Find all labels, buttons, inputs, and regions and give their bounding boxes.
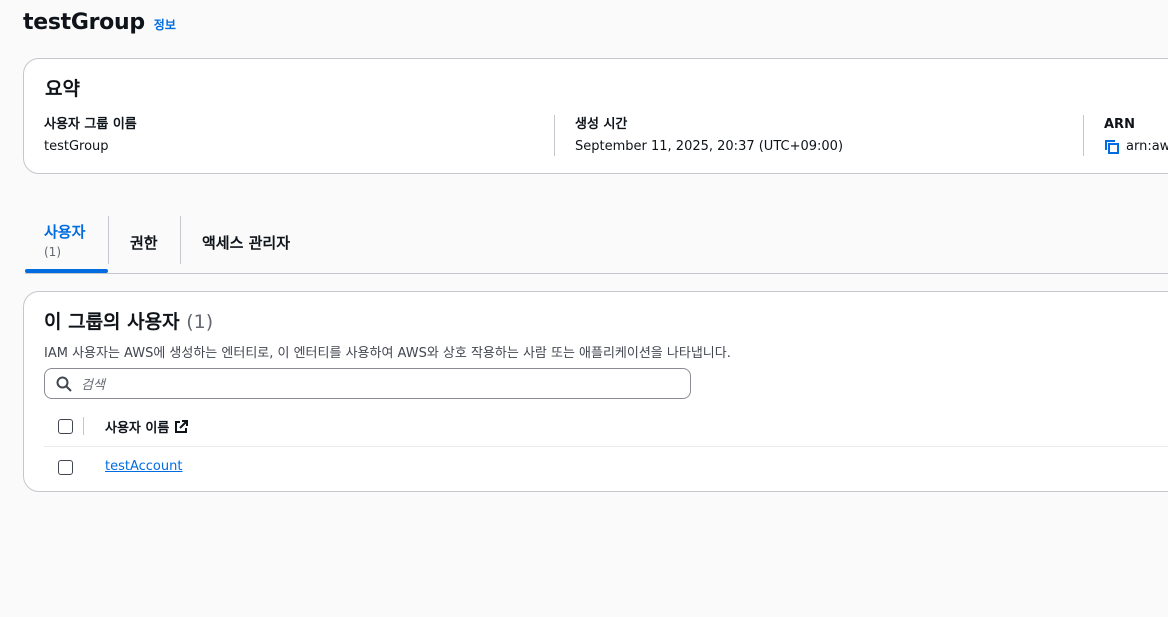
summary-divider xyxy=(554,115,555,156)
users-count: (1) xyxy=(186,311,214,333)
summary-divider xyxy=(1083,115,1084,156)
users-description: IAM 사용자는 AWS에 생성하는 엔터티로, 이 엔터티를 사용하여 AWS… xyxy=(44,346,731,361)
column-header-username[interactable]: 사용자 이름 xyxy=(105,417,189,436)
tab-permissions[interactable]: 권한 xyxy=(109,216,180,273)
group-name-value: testGroup xyxy=(44,139,109,154)
tabs-underline xyxy=(25,273,1168,274)
page-header: testGroup 정보 xyxy=(23,10,176,35)
created-label: 생성 시간 xyxy=(575,117,628,132)
users-heading-text: 이 그룹의 사용자 xyxy=(44,311,180,333)
tab-users[interactable]: 사용자 (1) xyxy=(25,216,108,273)
summary-heading: 요약 xyxy=(45,78,80,100)
user-link-testaccount[interactable]: testAccount xyxy=(105,459,182,474)
users-heading: 이 그룹의 사용자 (1) xyxy=(44,307,213,334)
page-title: testGroup xyxy=(23,10,145,35)
external-link-icon xyxy=(174,419,189,434)
created-field: 생성 시간 September 11, 2025, 20:37 (UTC+09:… xyxy=(575,116,843,156)
tab-permissions-label: 권한 xyxy=(130,234,158,252)
tab-users-label: 사용자 xyxy=(44,223,86,241)
search-icon xyxy=(56,376,72,392)
column-divider xyxy=(83,417,84,435)
arn-value: arn:aws xyxy=(1126,139,1168,154)
tab-access-advisor[interactable]: 액세스 관리자 xyxy=(181,216,311,273)
info-link[interactable]: 정보 xyxy=(154,16,176,33)
copy-icon[interactable] xyxy=(1104,139,1120,155)
tab-access-advisor-label: 액세스 관리자 xyxy=(202,234,291,252)
arn-label: ARN xyxy=(1104,117,1135,132)
summary-card: 요약 사용자 그룹 이름 testGroup 생성 시간 September 1… xyxy=(23,58,1168,174)
table-row-divider xyxy=(44,446,1168,447)
column-header-label: 사용자 이름 xyxy=(105,421,170,436)
row-checkbox[interactable] xyxy=(58,460,73,475)
tab-list: 사용자 (1) 권한 액세스 관리자 xyxy=(25,216,1168,274)
group-name-label: 사용자 그룹 이름 xyxy=(44,117,137,132)
group-name-field: 사용자 그룹 이름 testGroup xyxy=(44,116,137,156)
users-panel: 이 그룹의 사용자 (1) IAM 사용자는 AWS에 생성하는 엔터티로, 이… xyxy=(23,291,1168,492)
search-placeholder: 검색 xyxy=(81,378,105,393)
created-value: September 11, 2025, 20:37 (UTC+09:00) xyxy=(575,139,844,154)
arn-field: ARN arn:aws xyxy=(1104,116,1168,156)
select-all-checkbox[interactable] xyxy=(58,419,73,434)
tab-users-count: (1) xyxy=(44,245,61,259)
search-input[interactable]: 검색 xyxy=(44,368,691,399)
